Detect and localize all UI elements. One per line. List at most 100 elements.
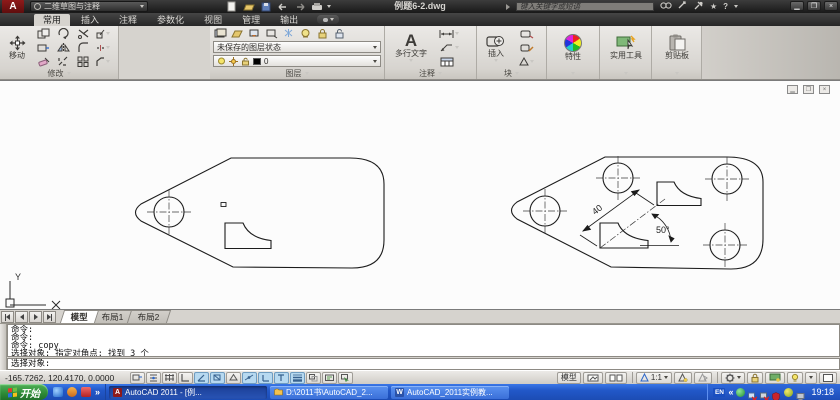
tab-prev-button[interactable] <box>15 311 28 323</box>
properties-button[interactable]: 特性 <box>553 27 593 67</box>
layer-lock-button[interactable] <box>315 27 330 40</box>
tab-home[interactable]: 常用 <box>34 14 70 26</box>
doc-restore-button[interactable]: ❐ <box>803 85 814 94</box>
toggle-quick-properties[interactable] <box>322 372 337 384</box>
chamfer-button[interactable] <box>96 55 105 68</box>
toggle-transparency[interactable] <box>306 372 321 384</box>
command-input[interactable]: 选择对象: <box>7 358 840 370</box>
drawing-canvas[interactable]: ▁ ❐ × <box>0 80 840 310</box>
clipboard-button[interactable]: 剪贴板 <box>655 27 699 67</box>
tray-icon-green[interactable] <box>736 388 745 397</box>
subscription-icon[interactable] <box>678 1 688 13</box>
online-tab-button[interactable] <box>317 15 339 24</box>
erase-button[interactable] <box>36 55 51 68</box>
tab-first-button[interactable] <box>1 311 14 323</box>
move-button[interactable]: 移动 <box>2 27 32 67</box>
explode-button[interactable] <box>56 55 71 68</box>
toolbar-lock-button[interactable] <box>747 372 763 384</box>
scale-button[interactable] <box>96 27 105 40</box>
status-menu-button[interactable] <box>805 372 817 384</box>
quick-view-drawings-button[interactable] <box>605 372 627 384</box>
open-file-button[interactable] <box>242 1 255 12</box>
model-space-button[interactable]: 模型 <box>557 372 581 384</box>
rotate-button[interactable] <box>56 27 71 40</box>
panel-label-clipboard[interactable] <box>652 68 701 79</box>
tray-icon-shield[interactable] <box>772 388 781 397</box>
close-button[interactable]: × <box>824 1 838 11</box>
panel-label-utilities[interactable] <box>600 68 651 79</box>
annotation-scale-button[interactable]: 1:1 <box>636 372 672 384</box>
mirror-button[interactable] <box>56 41 71 54</box>
modify-dropdown-3[interactable] <box>106 60 110 63</box>
layer-isolate-button[interactable] <box>264 27 279 40</box>
workspace-switching-button[interactable] <box>721 372 745 384</box>
search-icon[interactable] <box>660 1 672 13</box>
layer-dropdown[interactable]: 0 <box>213 55 381 67</box>
taskbar-task-document[interactable]: W AutoCAD_2011实例教... <box>391 386 509 399</box>
fillet-button[interactable] <box>76 41 91 54</box>
command-history[interactable]: 命令: 命令: 命令: copy 选择对象: 指定对角点: 找到 3 个 <box>7 324 840 357</box>
command-window-grip[interactable] <box>0 324 7 370</box>
layer-off-button[interactable] <box>298 27 313 40</box>
block-attributes-button[interactable] <box>519 55 529 68</box>
quick-launch-icon-1[interactable] <box>53 387 63 397</box>
taskbar-clock[interactable]: 19:18 <box>811 387 834 397</box>
layer-freeze-button[interactable] <box>281 27 296 40</box>
utilities-button[interactable]: 实用工具 <box>603 27 649 67</box>
save-button[interactable] <box>259 1 272 12</box>
layer-unlock-button[interactable] <box>332 27 347 40</box>
tab-next-button[interactable] <box>29 311 42 323</box>
modify-dropdown-1[interactable] <box>106 32 110 35</box>
application-menu-button[interactable]: A <box>2 0 24 13</box>
toggle-ducs[interactable] <box>258 372 273 384</box>
dimension-dropdown[interactable] <box>455 32 459 35</box>
toggle-lwt[interactable] <box>290 372 305 384</box>
undo-button[interactable] <box>276 1 289 12</box>
toggle-3d-osnap[interactable] <box>226 372 241 384</box>
tab-model[interactable]: 模型 <box>60 310 99 323</box>
tab-layout2[interactable]: 布局2 <box>127 310 171 323</box>
favorites-star-icon[interactable]: ★ <box>710 1 717 12</box>
layer-prev-button[interactable] <box>247 27 262 40</box>
mtext-button[interactable]: A 多行文字 <box>389 27 433 67</box>
hardware-acceleration-button[interactable] <box>765 372 785 384</box>
doc-minimize-button[interactable]: ▁ <box>787 85 798 94</box>
panel-label-modify[interactable]: 修改 <box>0 68 118 79</box>
quick-launch-expand[interactable]: » <box>95 387 100 397</box>
tray-icon-yellow[interactable] <box>784 388 793 397</box>
panel-label-properties[interactable] <box>547 68 599 79</box>
block-dropdown[interactable] <box>530 60 534 63</box>
stretch-button[interactable] <box>36 41 51 54</box>
communication-center-icon[interactable] <box>694 1 704 13</box>
toggle-ortho[interactable] <box>178 372 193 384</box>
quick-launch-icon-3[interactable] <box>81 387 91 397</box>
trim-button[interactable] <box>76 27 91 40</box>
quick-view-layouts-button[interactable] <box>583 372 603 384</box>
toggle-dyn[interactable] <box>274 372 289 384</box>
panel-label-annotate[interactable]: 注释 <box>385 68 476 79</box>
tab-manage[interactable]: 管理 <box>233 14 269 26</box>
plot-button[interactable] <box>310 1 323 12</box>
toggle-otrack[interactable] <box>242 372 257 384</box>
annotation-visibility-button[interactable] <box>674 372 692 384</box>
taskbar-task-folder[interactable]: D:\2011书\AutoCAD_2... <box>270 386 388 399</box>
language-indicator[interactable]: EN <box>713 388 725 397</box>
tray-collapse-chevron[interactable]: « <box>728 387 733 397</box>
help-icon[interactable]: ? <box>723 1 728 12</box>
panel-label-block[interactable]: 块 <box>477 68 546 79</box>
array-button[interactable] <box>76 55 91 68</box>
redo-button[interactable] <box>293 1 306 12</box>
panel-label-layers[interactable]: 图层 <box>210 68 384 79</box>
quick-launch-icon-2[interactable] <box>67 387 77 397</box>
leader-button[interactable] <box>439 41 454 54</box>
tab-parametric[interactable]: 参数化 <box>148 14 193 26</box>
doc-close-button[interactable]: × <box>819 85 830 94</box>
toggle-osnap[interactable] <box>210 372 225 384</box>
new-file-button[interactable] <box>225 1 238 12</box>
infocenter-expand-icon[interactable] <box>506 4 510 10</box>
toggle-polar[interactable] <box>194 372 209 384</box>
layer-state-dropdown[interactable]: 未保存的图层状态 <box>213 41 381 53</box>
leader-dropdown[interactable] <box>455 46 459 49</box>
restore-button[interactable]: ❐ <box>807 1 821 11</box>
toggle-grid[interactable] <box>162 372 177 384</box>
